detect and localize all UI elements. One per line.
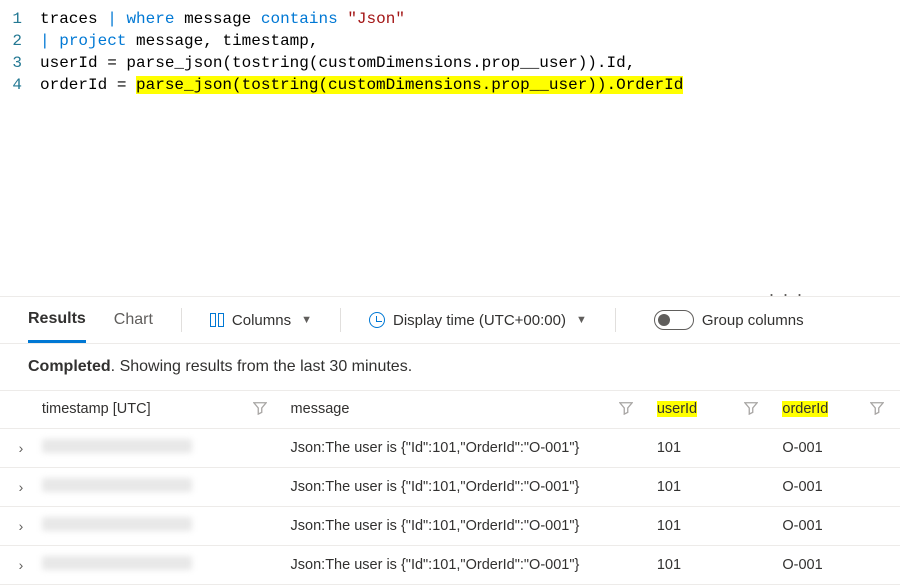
expand-header (0, 391, 42, 429)
status-completed: Completed (28, 358, 111, 375)
header-message-label: message (291, 401, 350, 417)
filter-icon[interactable] (862, 401, 892, 418)
display-time-label: Display time (UTC+00:00) (393, 312, 566, 329)
cell-timestamp (42, 507, 283, 546)
columns-icon (210, 313, 224, 327)
tab-chart[interactable]: Chart (114, 299, 153, 341)
cell-message: Json:The user is {"Id":101,"OrderId":"O-… (283, 507, 649, 546)
filter-icon[interactable] (611, 401, 641, 418)
table-row[interactable]: › Json:The user is {"Id":101,"OrderId":"O… (0, 468, 900, 507)
cell-orderid: O-001 (774, 429, 900, 468)
header-userid-label: userId (657, 401, 697, 417)
filter-icon[interactable] (245, 401, 275, 418)
divider (340, 308, 341, 332)
columns-button[interactable]: Columns ▼ (210, 312, 312, 329)
expand-row[interactable]: › (0, 507, 42, 546)
line-number: 2 (0, 30, 40, 52)
header-orderid[interactable]: orderId (774, 391, 900, 429)
header-timestamp[interactable]: timestamp [UTC] (42, 391, 283, 429)
cell-timestamp (42, 468, 283, 507)
results-body: › Json:The user is {"Id":101,"OrderId":"O… (0, 429, 900, 585)
status-bar: Completed. Showing results from the last… (0, 344, 900, 390)
cell-userid: 101 (649, 429, 775, 468)
cell-userid: 101 (649, 507, 775, 546)
status-detail: . Showing results from the last 30 minut… (111, 358, 412, 375)
code-line[interactable]: | project message, timestamp, (40, 30, 900, 52)
cell-orderid: O-001 (774, 468, 900, 507)
code-line[interactable]: orderId = parse_json(tostring(customDime… (40, 74, 900, 96)
table-row[interactable]: › Json:The user is {"Id":101,"OrderId":"O… (0, 429, 900, 468)
group-columns-label: Group columns (702, 312, 804, 329)
header-message[interactable]: message (283, 391, 649, 429)
more-menu[interactable]: . . . (769, 280, 804, 301)
line-number: 4 (0, 74, 40, 96)
header-timestamp-label: timestamp [UTC] (42, 401, 151, 417)
table-row[interactable]: › Json:The user is {"Id":101,"OrderId":"O… (0, 507, 900, 546)
clock-icon (369, 312, 385, 328)
line-number: 3 (0, 52, 40, 74)
expand-row[interactable]: › (0, 468, 42, 507)
expand-row[interactable]: › (0, 429, 42, 468)
cell-timestamp (42, 429, 283, 468)
divider (615, 308, 616, 332)
header-orderid-label: orderId (782, 401, 828, 417)
cell-timestamp (42, 546, 283, 585)
display-time-button[interactable]: Display time (UTC+00:00) ▼ (369, 312, 587, 329)
chevron-down-icon: ▼ (301, 314, 312, 326)
cell-userid: 101 (649, 468, 775, 507)
cell-orderid: O-001 (774, 546, 900, 585)
cell-userid: 101 (649, 546, 775, 585)
line-number: 1 (0, 8, 40, 30)
filter-icon[interactable] (736, 401, 766, 418)
code-line[interactable]: userId = parse_json(tostring(customDimen… (40, 52, 900, 74)
toggle-icon (654, 310, 694, 330)
query-editor[interactable]: 1traces | where message contains "Json"2… (0, 0, 900, 296)
header-userid[interactable]: userId (649, 391, 775, 429)
chevron-down-icon: ▼ (576, 314, 587, 326)
cell-message: Json:The user is {"Id":101,"OrderId":"O-… (283, 429, 649, 468)
divider (181, 308, 182, 332)
table-row[interactable]: › Json:The user is {"Id":101,"OrderId":"O… (0, 546, 900, 585)
results-toolbar: Results Chart Columns ▼ Display time (UT… (0, 296, 900, 344)
columns-label: Columns (232, 312, 291, 329)
tab-results[interactable]: Results (28, 298, 86, 343)
expand-row[interactable]: › (0, 546, 42, 585)
code-line[interactable]: traces | where message contains "Json" (40, 8, 900, 30)
cell-orderid: O-001 (774, 507, 900, 546)
group-columns-toggle[interactable]: Group columns (644, 310, 804, 330)
cell-message: Json:The user is {"Id":101,"OrderId":"O-… (283, 468, 649, 507)
cell-message: Json:The user is {"Id":101,"OrderId":"O-… (283, 546, 649, 585)
results-table: timestamp [UTC] message userId orderId ›… (0, 390, 900, 585)
